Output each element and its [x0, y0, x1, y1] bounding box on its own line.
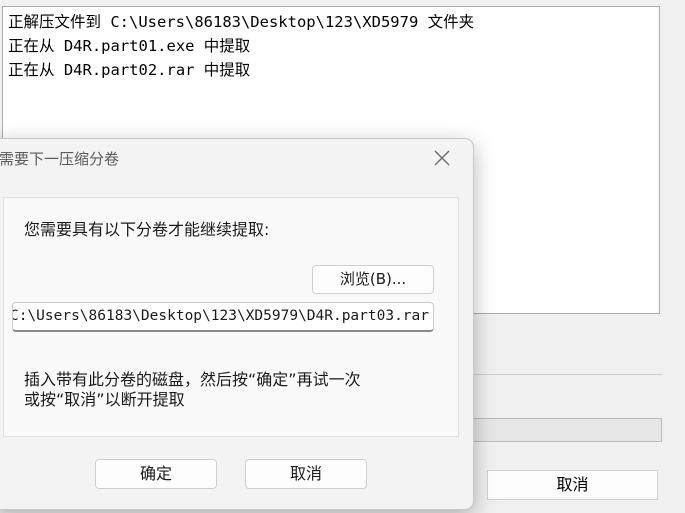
extraction-progress-bar [468, 418, 662, 442]
cancel-button[interactable]: 取消 [245, 459, 367, 489]
instructions-line: 插入带有此分卷的磁盘，然后按“确定”再试一次 [24, 370, 361, 389]
next-volume-dialog: 需要下一压缩分卷 您需要具有以下分卷才能继续提取: 浏览(B)... C:\Us… [0, 138, 474, 510]
instructions-text: 插入带有此分卷的磁盘，然后按“确定”再试一次 或按“取消”以断开提取 [24, 370, 361, 410]
instructions-line: 或按“取消”以断开提取 [24, 390, 185, 409]
log-line: 正在从 D4R.part01.exe 中提取 [8, 37, 251, 55]
dialog-title: 需要下一压缩分卷 [0, 150, 120, 168]
volume-path-value: C:\Users\86183\Desktop\123\XD5979\D4R.pa… [12, 308, 429, 324]
background-cancel-button[interactable]: 取消 [487, 470, 658, 500]
window-edge-handle: ▕ [679, 152, 685, 166]
dialog-titlebar[interactable]: 需要下一压缩分卷 [0, 139, 473, 181]
browse-button[interactable]: 浏览(B)... [312, 265, 434, 294]
ok-button[interactable]: 确定 [95, 459, 217, 489]
prompt-text: 您需要具有以下分卷才能继续提取: [24, 220, 270, 239]
close-icon[interactable] [431, 147, 453, 169]
divider [468, 374, 662, 375]
log-line: 正在从 D4R.part02.rar 中提取 [8, 61, 251, 79]
log-line: 正解压文件到 C:\Users\86183\Desktop\123\XD5979… [8, 13, 475, 31]
dialog-content-panel: 您需要具有以下分卷才能继续提取: 浏览(B)... C:\Users\86183… [3, 197, 459, 437]
volume-path-input[interactable]: C:\Users\86183\Desktop\123\XD5979\D4R.pa… [12, 302, 434, 332]
extraction-window: 正解压文件到 C:\Users\86183\Desktop\123\XD5979… [0, 0, 685, 513]
